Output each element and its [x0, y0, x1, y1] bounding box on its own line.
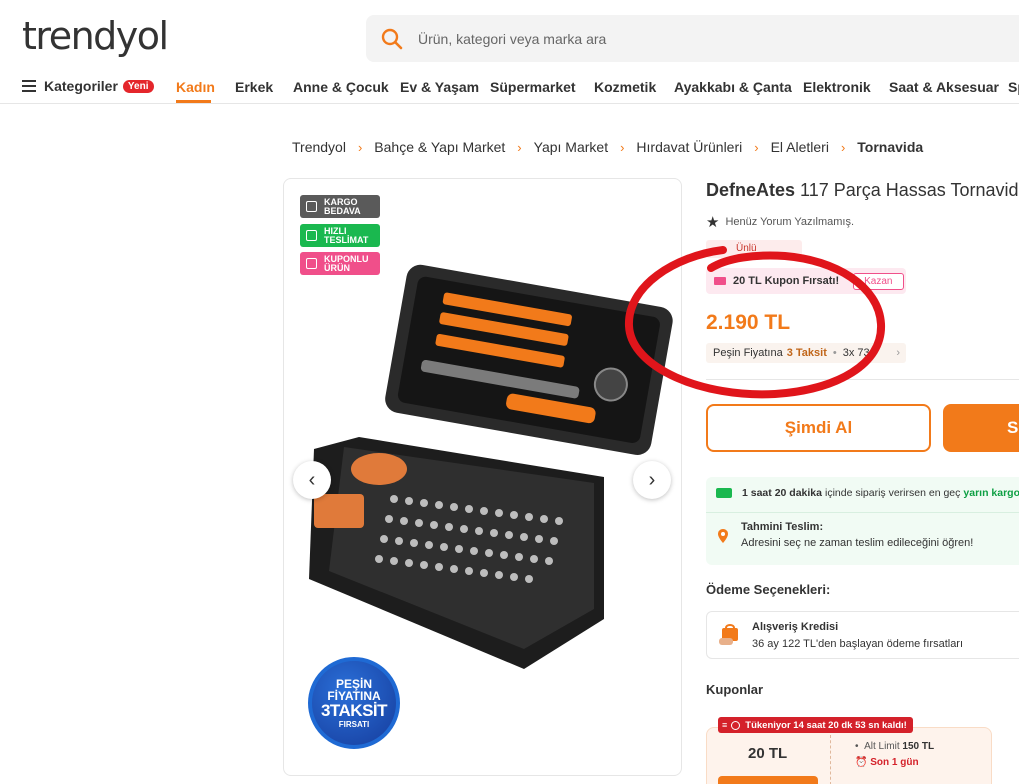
famous-badge: Ünlü [706, 240, 802, 258]
installment-campaign-badge: PEŞİN FİYATINA 3TAKSİT FIRSATI [308, 657, 400, 749]
nav-item-kozmetik[interactable]: Kozmetik [594, 79, 656, 95]
image-next-button[interactable]: › [633, 461, 671, 499]
coupon-timer: ≡ Tükeniyor 14 saat 20 dk 53 sn kaldı! [718, 717, 913, 733]
ticket-icon [714, 277, 726, 285]
categories-menu[interactable]: Kategoriler Yeni [22, 78, 154, 94]
chevron-right-icon: › [840, 139, 846, 155]
search-input[interactable]: Ürün, kategori veya marka ara [418, 31, 606, 47]
breadcrumb: Trendyol › Bahçe & Yapı Market › Yapı Mark… [292, 139, 923, 155]
coupon-offer-chip: 20 TL Kupon Fırsatı! Kazan [706, 268, 906, 294]
alarm-icon: ⏰ [855, 757, 868, 768]
breadcrumb-item[interactable]: Yapı Market [534, 139, 608, 155]
product-name: 117 Parça Hassas Tornavida [800, 180, 1019, 200]
image-prev-button[interactable]: ‹ [293, 461, 331, 499]
chevron-right-icon: › [648, 468, 656, 491]
nav-item-anne-cocuk[interactable]: Anne & Çocuk [293, 79, 389, 95]
trendyol-logo[interactable]: trendyol [22, 14, 169, 58]
shopping-credit-card[interactable]: Alışveriş Kredisi 36 ay 122 TL'den başla… [706, 611, 1019, 659]
product-image-gallery[interactable]: KARGO BEDAVA HIZLI TESLİMAT KUPONLU ÜRÜN… [283, 178, 682, 776]
coupon-limit: • Alt Limit 150 TL [855, 741, 935, 752]
search-bar[interactable]: Ürün, kategori veya marka ara [366, 15, 1019, 62]
shopping-bag-icon [719, 624, 738, 645]
breadcrumb-item[interactable]: Hırdavat Ürünleri [636, 139, 742, 155]
product-price: 2.190 TL [706, 311, 791, 334]
breadcrumb-item[interactable]: Bahçe & Yapı Market [374, 139, 505, 155]
add-to-cart-button[interactable]: S [943, 404, 1019, 452]
chevron-right-icon: › [620, 139, 625, 155]
chevron-right-icon: › [357, 139, 363, 155]
new-badge: Yeni [122, 79, 154, 93]
nav-item-spor[interactable]: Sp [1008, 79, 1019, 95]
installment-label: Peşin Fiyatına [713, 347, 783, 359]
search-icon [381, 28, 403, 49]
hamburger-icon [22, 80, 36, 92]
clock-icon [731, 720, 741, 730]
shipping-countdown: 1 saat 20 dakika içinde sipariş verirsen… [716, 487, 1019, 499]
breadcrumb-item[interactable]: El Aletleri [771, 139, 829, 155]
nav-item-ayakkabi-canta[interactable]: Ayakkabı & Çanta [674, 79, 792, 95]
review-summary: ★ Henüz Yorum Yazılmamış. [706, 213, 854, 231]
countdown-text: içinde sipariş verirsen en geç [824, 487, 961, 499]
payment-options-heading: Ödeme Seçenekleri: [706, 582, 831, 597]
nav-item-saat-aksesuar[interactable]: Saat & Aksesuar [889, 79, 999, 95]
credit-title: Alışveriş Kredisi [752, 621, 839, 633]
location-pin-icon [718, 529, 728, 543]
divider [706, 512, 1019, 513]
review-text: Henüz Yorum Yazılmamış. [725, 216, 855, 228]
menu-lines-icon: ≡ [722, 720, 728, 730]
breadcrumb-item[interactable]: Trendyol [292, 139, 346, 155]
categories-label: Kategoriler [44, 78, 118, 94]
truck-icon [716, 488, 732, 498]
chevron-right-icon: › [896, 347, 900, 359]
countdown-ship-day: yarın kargoda [963, 487, 1019, 499]
coupons-heading: Kuponlar [706, 682, 764, 697]
installment-taksit: 3 Taksit [786, 347, 827, 359]
product-title: DefneAtes 117 Parça Hassas Tornavida [706, 180, 1019, 201]
breadcrumb-current[interactable]: Tornavida [857, 139, 923, 155]
nav-item-supermarket[interactable]: Süpermarket [490, 79, 576, 95]
delivery-info: 1 saat 20 dakika içinde sipariş verirsen… [706, 477, 1019, 565]
coupon-timer-text: Tükeniyor 14 saat 20 dk 53 sn kaldı! [745, 719, 907, 731]
coupon-offer-text: 20 TL Kupon Fırsatı! [733, 275, 840, 287]
coupon-last-day: ⏰ Son 1 gün [855, 757, 919, 768]
nav-item-kadin[interactable]: Kadın [176, 79, 215, 95]
coupon-claim-button[interactable]: Kazan [853, 272, 904, 290]
nav-item-erkek[interactable]: Erkek [235, 79, 273, 95]
star-icon: ★ [706, 214, 720, 231]
installment-per: 3x 730 [842, 347, 876, 359]
buy-now-button[interactable]: Şimdi Al [706, 404, 931, 452]
estimated-delivery-title: Tahmini Teslim: [741, 521, 824, 533]
chevron-left-icon: ‹ [308, 468, 316, 491]
chevron-right-icon: › [754, 139, 759, 155]
brand-name[interactable]: DefneAtes [706, 180, 795, 200]
category-nav: Kategoriler Yeni Kadın Erkek Anne & Çocu… [0, 72, 1019, 104]
estimated-delivery-text[interactable]: Adresini seç ne zaman teslim edileceğini… [741, 537, 973, 549]
coupon-amount: 20 TL [748, 745, 788, 762]
divider [706, 379, 1019, 380]
nav-item-elektronik[interactable]: Elektronik [803, 79, 871, 95]
credit-text: 36 ay 122 TL'den başlayan ödeme fırsatla… [752, 638, 964, 650]
nav-item-ev-yasam[interactable]: Ev & Yaşam [400, 79, 479, 95]
dot-separator: • [832, 347, 837, 359]
countdown-time: 1 saat 20 dakika [742, 487, 822, 499]
active-nav-underline [176, 100, 211, 103]
chevron-right-icon: › [517, 139, 522, 155]
installment-info[interactable]: Peşin Fiyatına 3 Taksit • 3x 730 › [706, 343, 906, 363]
coupon-divider [830, 735, 831, 784]
coupon-collect-button[interactable] [718, 776, 818, 784]
